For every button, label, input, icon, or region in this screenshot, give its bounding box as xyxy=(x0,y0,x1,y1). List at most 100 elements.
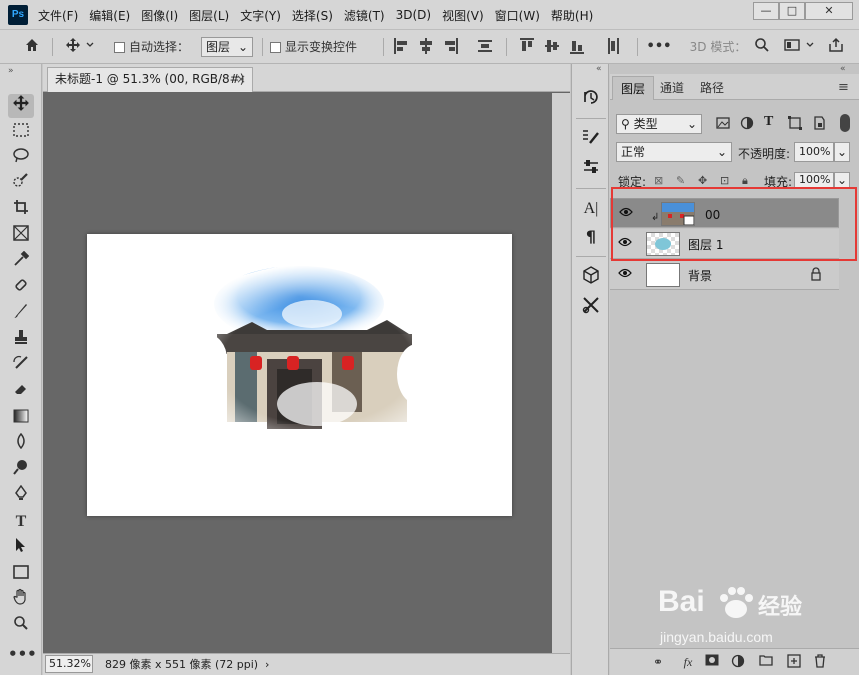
auto-select-dropdown[interactable]: 图层 ⌄ xyxy=(201,37,253,57)
search-icon[interactable] xyxy=(752,37,772,57)
gradient-tool-icon[interactable] xyxy=(8,406,34,430)
menu-edit[interactable]: 编辑(E) xyxy=(89,7,130,24)
menu-3d[interactable]: 3D(D) xyxy=(396,8,431,22)
delete-layer-icon[interactable] xyxy=(812,654,828,670)
filter-smart-object-icon[interactable] xyxy=(812,116,826,130)
align-right-icon[interactable] xyxy=(444,38,458,54)
layer-row-background[interactable]: 背景 xyxy=(610,260,839,290)
panel-menu-icon[interactable]: ≡ xyxy=(838,80,849,95)
close-icon[interactable]: × xyxy=(236,68,246,91)
fx-icon[interactable]: fx xyxy=(680,654,696,670)
eyedropper-tool-icon[interactable] xyxy=(8,250,34,274)
fill-dropdown[interactable]: ⌄ xyxy=(834,172,850,188)
align-center-h-icon[interactable] xyxy=(419,38,433,54)
character-panel-icon[interactable]: A| xyxy=(580,198,602,220)
blur-tool-icon[interactable] xyxy=(8,432,34,456)
blend-mode-dropdown[interactable]: 正常 ⌄ xyxy=(616,142,732,162)
adjustment-layer-icon[interactable] xyxy=(730,654,746,670)
lasso-tool-icon[interactable] xyxy=(8,146,34,170)
menu-layer[interactable]: 图层(L) xyxy=(189,7,229,24)
crop-tool-icon[interactable] xyxy=(8,198,34,222)
filter-type-icon[interactable]: T xyxy=(764,114,773,130)
menu-filter[interactable]: 滤镜(T) xyxy=(344,7,385,24)
brush-tool-icon[interactable] xyxy=(8,302,34,326)
filter-adjustment-icon[interactable] xyxy=(740,116,754,130)
move-tool-icon[interactable] xyxy=(8,94,34,118)
paragraph-panel-icon[interactable]: ¶ xyxy=(580,226,602,248)
hand-tool-icon[interactable] xyxy=(8,588,34,612)
opacity-dropdown[interactable]: ⌄ xyxy=(834,142,850,162)
link-layers-icon[interactable]: ⚭ xyxy=(650,654,666,670)
layer-name[interactable]: 背景 xyxy=(688,267,712,284)
menu-file[interactable]: 文件(F) xyxy=(38,7,78,24)
document-tab[interactable]: 未标题-1 @ 51.3% (00, RGB/8#) * × xyxy=(47,67,253,109)
add-mask-icon[interactable] xyxy=(704,654,720,670)
menu-help[interactable]: 帮助(H) xyxy=(551,7,593,24)
history-brush-tool-icon[interactable] xyxy=(8,354,34,378)
document-canvas[interactable] xyxy=(87,234,512,516)
auto-select-checkbox[interactable]: 自动选择： xyxy=(114,37,204,57)
lock-pixels-icon[interactable]: ⊠ xyxy=(654,174,663,187)
path-select-tool-icon[interactable] xyxy=(8,536,34,560)
layer-filter-dropdown[interactable]: ⚲ 类型 ⌄ xyxy=(616,114,702,134)
collapse-icon[interactable]: » xyxy=(8,66,14,76)
dodge-tool-icon[interactable] xyxy=(8,458,34,482)
tab-channels[interactable]: 通道 xyxy=(652,76,692,100)
new-layer-icon[interactable] xyxy=(786,654,802,670)
more-options-icon[interactable]: ••• xyxy=(646,37,672,57)
zoom-tool-icon[interactable] xyxy=(8,614,34,638)
tab-paths[interactable]: 路径 xyxy=(692,76,732,100)
menu-window[interactable]: 窗口(W) xyxy=(495,7,540,24)
quick-select-tool-icon[interactable] xyxy=(8,172,34,196)
collapse-icon[interactable]: « xyxy=(840,64,846,74)
workspace-icon[interactable] xyxy=(782,37,818,57)
menu-type[interactable]: 文字(Y) xyxy=(240,7,281,24)
maximize-button[interactable]: □ xyxy=(779,2,805,20)
share-icon[interactable] xyxy=(826,37,846,57)
visibility-eye-icon[interactable] xyxy=(618,268,632,282)
type-tool-icon[interactable]: T xyxy=(8,510,34,534)
menu-view[interactable]: 视图(V) xyxy=(442,7,484,24)
home-icon[interactable] xyxy=(22,37,42,57)
align-center-v-icon[interactable] xyxy=(545,38,559,54)
close-button[interactable]: ✕ xyxy=(805,2,853,20)
menu-image[interactable]: 图像(I) xyxy=(141,7,178,24)
tab-layers[interactable]: 图层 xyxy=(612,76,655,100)
rectangle-tool-icon[interactable] xyxy=(8,562,34,586)
lock-all-icon[interactable]: 🔒︎ xyxy=(742,174,748,188)
zoom-field[interactable]: 51.32% xyxy=(45,655,93,673)
show-transform-checkbox[interactable]: 显示变换控件 xyxy=(270,37,370,57)
adjustment-panel-icon[interactable] xyxy=(580,158,602,180)
distribute-v-icon[interactable] xyxy=(606,38,620,54)
pen-tool-icon[interactable] xyxy=(8,484,34,508)
opacity-field[interactable]: 100% xyxy=(794,142,834,162)
menu-select[interactable]: 选择(S) xyxy=(292,7,333,24)
status-menu-arrow[interactable]: › xyxy=(265,655,269,675)
tools-panel-icon[interactable] xyxy=(580,296,602,318)
eraser-tool-icon[interactable] xyxy=(8,380,34,404)
minimize-button[interactable]: — xyxy=(753,2,779,20)
lock-position-icon[interactable]: ✥ xyxy=(698,174,707,187)
3d-panel-icon[interactable] xyxy=(580,266,602,288)
align-top-icon[interactable] xyxy=(520,38,534,54)
marquee-tool-icon[interactable] xyxy=(8,120,34,144)
filter-toggle[interactable] xyxy=(840,114,850,132)
healing-brush-tool-icon[interactable] xyxy=(8,276,34,300)
fill-field[interactable]: 100% xyxy=(794,172,834,188)
align-left-icon[interactable] xyxy=(394,38,408,54)
vertical-scrollbar[interactable] xyxy=(552,93,570,653)
move-tool-preset-icon[interactable] xyxy=(62,37,98,57)
collapse-icon[interactable]: « xyxy=(596,64,602,74)
frame-tool-icon[interactable] xyxy=(8,224,34,248)
distribute-icon[interactable] xyxy=(478,38,492,54)
lock-paint-icon[interactable]: ✎ xyxy=(676,174,685,187)
stamp-tool-icon[interactable] xyxy=(8,328,34,352)
history-panel-icon[interactable] xyxy=(580,88,602,110)
brush-settings-icon[interactable] xyxy=(580,128,602,150)
more-tools-icon[interactable]: ••• xyxy=(8,642,37,666)
align-bottom-icon[interactable] xyxy=(570,38,584,54)
new-group-icon[interactable] xyxy=(758,654,774,670)
filter-pixel-icon[interactable] xyxy=(716,116,730,130)
filter-shape-icon[interactable] xyxy=(788,116,802,130)
lock-artboard-icon[interactable]: ⊡ xyxy=(720,174,729,187)
